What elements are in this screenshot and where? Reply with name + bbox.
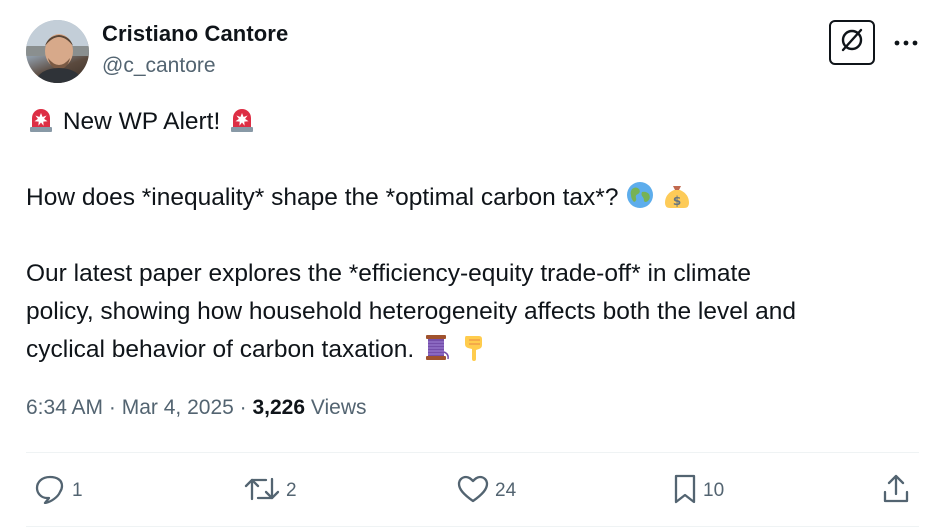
rotating-light-emoji	[227, 104, 257, 134]
tweet-date[interactable]: Mar 4, 2025	[122, 396, 234, 419]
share-icon	[882, 474, 910, 509]
tweet-line1-text: New WP Alert!	[62, 108, 221, 135]
tweet-line-paper-1: Our latest paper explores the *efficienc…	[26, 260, 751, 287]
author-handle[interactable]: @c_cantore	[102, 54, 216, 78]
grok-button[interactable]	[829, 20, 875, 65]
tweet-line-alert: New WP Alert!	[26, 103, 926, 141]
reply-icon	[34, 474, 66, 509]
divider	[26, 526, 919, 527]
share-button[interactable]	[882, 474, 910, 509]
meta-separator: ·	[233, 396, 253, 419]
tweet-metadata: 6:34 AM · Mar 4, 2025 · 3,226 Views	[26, 396, 367, 420]
reply-count: 1	[72, 480, 83, 501]
bookmark-button[interactable]: 10	[673, 474, 725, 509]
thread-emoji	[421, 332, 451, 362]
tweet-line-question: How does *inequality* shape the *optimal…	[26, 179, 926, 217]
author-display-name[interactable]: Cristiano Cantore	[102, 21, 288, 47]
bookmark-count: 10	[703, 480, 725, 501]
grok-icon	[839, 27, 865, 58]
reply-button[interactable]: 1	[34, 475, 83, 507]
pointing-down-emoji	[458, 332, 488, 362]
repost-icon	[244, 475, 280, 508]
views-count: 3,226	[252, 396, 306, 419]
tweet-text: New WP Alert! How does *inequality* shap…	[26, 103, 926, 369]
views-label: Views	[310, 396, 367, 419]
repost-button[interactable]: 2	[244, 475, 297, 507]
bookmark-icon	[673, 474, 697, 509]
like-count: 24	[495, 480, 517, 501]
repost-count: 2	[286, 480, 297, 501]
divider	[26, 452, 919, 453]
more-dots-icon	[894, 33, 918, 51]
svg-text:$: $	[673, 194, 681, 208]
like-button[interactable]: 24	[457, 475, 516, 507]
money-bag-emoji: $	[662, 180, 692, 210]
avatar[interactable]	[26, 20, 89, 83]
meta-separator: ·	[103, 396, 122, 419]
tweet-line-paper-3: cyclical behavior of carbon taxation.	[26, 331, 926, 369]
tweet-time[interactable]: 6:34 AM	[26, 396, 103, 419]
tweet-line-paper-2: policy, showing how household heterogene…	[26, 298, 797, 325]
rotating-light-emoji	[26, 104, 56, 134]
globe-emoji	[625, 180, 655, 210]
more-options-button[interactable]	[892, 30, 920, 54]
tweet-line3c-text: cyclical behavior of carbon taxation.	[26, 336, 415, 363]
heart-icon	[457, 475, 489, 508]
tweet-line2-text: How does *inequality* shape the *optimal…	[26, 184, 619, 211]
